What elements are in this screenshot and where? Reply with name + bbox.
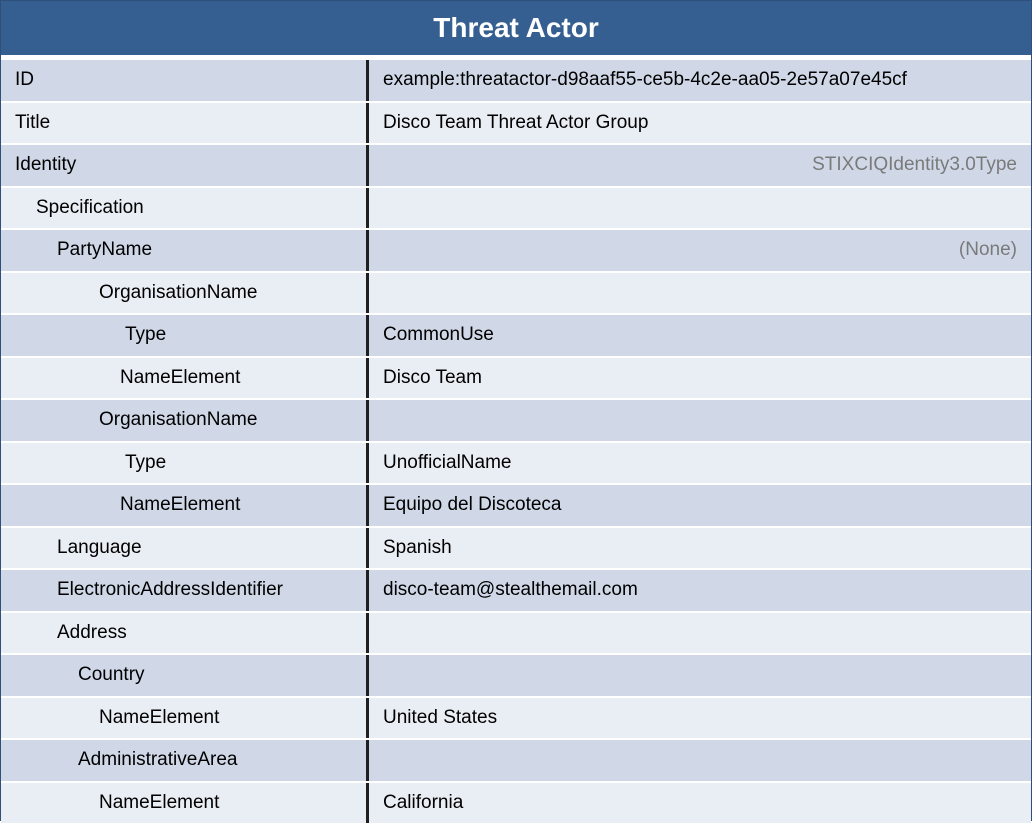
row-value: UnofficialName (369, 443, 1031, 484)
row-key: Specification (1, 188, 366, 229)
table-row: NameElementCalifornia (1, 783, 1031, 825)
row-key: NameElement (1, 358, 366, 399)
table-row: OrganisationName (1, 400, 1031, 443)
table-row: NameElementDisco Team (1, 358, 1031, 401)
table-body: IDexample:threatactor-d98aaf55-ce5b-4c2e… (1, 60, 1031, 825)
table-row: IDexample:threatactor-d98aaf55-ce5b-4c2e… (1, 60, 1031, 103)
row-value: Spanish (369, 528, 1031, 569)
row-key: Type (1, 443, 366, 484)
table-row: ElectronicAddressIdentifierdisco-team@st… (1, 570, 1031, 613)
row-key: OrganisationName (1, 400, 366, 441)
table-title: Threat Actor (1, 1, 1031, 60)
row-value: (None) (369, 230, 1031, 271)
row-key: Identity (1, 145, 366, 186)
table-row: LanguageSpanish (1, 528, 1031, 571)
table-row: NameElementUnited States (1, 698, 1031, 741)
row-value (369, 273, 1031, 314)
row-key: Country (1, 655, 366, 696)
threat-actor-table: Threat Actor IDexample:threatactor-d98aa… (0, 0, 1032, 821)
row-value (369, 655, 1031, 696)
row-key: PartyName (1, 230, 366, 271)
table-row: Country (1, 655, 1031, 698)
row-value: United States (369, 698, 1031, 739)
row-key: Language (1, 528, 366, 569)
table-row: AdministrativeArea (1, 740, 1031, 783)
table-row: TypeCommonUse (1, 315, 1031, 358)
row-value (369, 740, 1031, 781)
row-value: Disco Team (369, 358, 1031, 399)
row-value: STIXCIQIdentity3.0Type (369, 145, 1031, 186)
row-key: Address (1, 613, 366, 654)
table-row: Address (1, 613, 1031, 656)
row-key: Type (1, 315, 366, 356)
row-key: NameElement (1, 485, 366, 526)
table-row: PartyName(None) (1, 230, 1031, 273)
row-key: AdministrativeArea (1, 740, 366, 781)
row-key: NameElement (1, 698, 366, 739)
row-value: Disco Team Threat Actor Group (369, 103, 1031, 144)
row-value (369, 188, 1031, 229)
table-row: TitleDisco Team Threat Actor Group (1, 103, 1031, 146)
table-row: TypeUnofficialName (1, 443, 1031, 486)
row-value (369, 613, 1031, 654)
row-key: Title (1, 103, 366, 144)
row-key: OrganisationName (1, 273, 366, 314)
table-row: OrganisationName (1, 273, 1031, 316)
table-row: IdentitySTIXCIQIdentity3.0Type (1, 145, 1031, 188)
row-value: Equipo del Discoteca (369, 485, 1031, 526)
row-key: ElectronicAddressIdentifier (1, 570, 366, 611)
row-key: NameElement (1, 783, 366, 824)
row-value (369, 400, 1031, 441)
row-value: California (369, 783, 1031, 824)
row-value: example:threatactor-d98aaf55-ce5b-4c2e-a… (369, 60, 1031, 101)
table-row: NameElementEquipo del Discoteca (1, 485, 1031, 528)
row-key: ID (1, 60, 366, 101)
table-row: Specification (1, 188, 1031, 231)
row-value: CommonUse (369, 315, 1031, 356)
row-value: disco-team@stealthemail.com (369, 570, 1031, 611)
